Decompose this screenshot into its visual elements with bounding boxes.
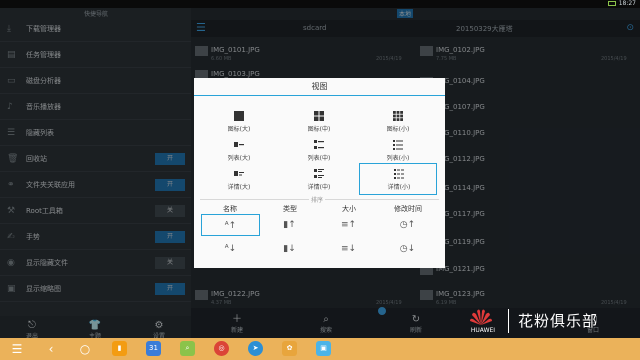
view-option-label: 详情(中) [307, 184, 331, 191]
watermark-separator [508, 309, 509, 333]
sort-type-asc-button[interactable]: ▮↑ [260, 214, 319, 236]
sort-name-desc-button[interactable]: ᴬ↓ [201, 238, 260, 260]
view-list-medium[interactable]: 列表(中) [280, 135, 358, 165]
view-icon-medium[interactable]: 图标(中) [280, 106, 358, 136]
sort-size-asc-button[interactable]: ≡↑ [319, 214, 378, 236]
view-option-label: 列表(中) [307, 155, 331, 162]
sort-section-label: 排序 [309, 195, 326, 204]
back-icon[interactable]: ‹ [42, 340, 60, 358]
sort-header-name: 名称 [223, 205, 237, 213]
view-list-small[interactable]: 列表(小) [359, 135, 437, 165]
home-icon[interactable]: ○ [76, 340, 94, 358]
grid-large-icon [234, 111, 244, 121]
clock: 18:27 [618, 0, 636, 7]
view-icon-large[interactable]: 图标(大) [200, 106, 278, 136]
detail-small-icon [394, 169, 404, 179]
view-detail-large[interactable]: 详情(大) [200, 164, 278, 194]
view-option-label: 列表(小) [386, 155, 410, 162]
sort-type-desc-button[interactable]: ▮↓ [260, 238, 319, 260]
list-medium-icon [314, 140, 324, 149]
view-option-label: 详情(大) [227, 184, 251, 191]
sort-header-type: 类型 [283, 205, 297, 213]
sort-header-time: 修改时间 [394, 205, 422, 213]
grid-medium-icon [314, 111, 324, 121]
view-option-label: 图标(大) [227, 126, 251, 133]
watermark: HUAWEI 花粉俱乐部 [464, 305, 634, 339]
sort-time-desc-button[interactable]: ◷↓ [378, 238, 437, 260]
sort-size-desc-icon: ≡↓ [340, 244, 357, 254]
detail-medium-icon [314, 169, 324, 178]
watermark-text: 花粉俱乐部 [518, 312, 599, 330]
flower-app-icon[interactable]: ✿ [282, 341, 297, 356]
view-option-label: 图标(小) [386, 126, 410, 133]
calendar-app-icon[interactable]: 31 [146, 341, 161, 356]
view-option-label: 图标(中) [307, 126, 331, 133]
huawei-logo [470, 309, 492, 325]
view-dialog: 视图 图标(大) 图标(中) 图标(小) 列表(大) 列表(中) 列表(小) 详… [194, 78, 445, 268]
sort-size-asc-icon: ≡↑ [340, 220, 357, 230]
sort-name-desc-icon: ᴬ↓ [224, 244, 237, 254]
view-icon-small[interactable]: 图标(小) [359, 106, 437, 136]
bookmark-app-icon[interactable]: ▮ [112, 341, 127, 356]
view-detail-small[interactable]: 详情(小) [359, 163, 437, 195]
sort-type-asc-icon: ▮↑ [283, 220, 296, 230]
screen: 18:27 快捷导航 ⤓ 下载管理器 ▤ 任务管理器 ▭ 磁盘分析器 ♪ 音乐播… [0, 0, 640, 360]
list-small-icon [393, 140, 403, 150]
battery-icon [608, 1, 616, 6]
view-list-large[interactable]: 列表(大) [200, 135, 278, 165]
photo-app-icon[interactable]: ▣ [316, 341, 331, 356]
grid-small-icon [393, 111, 403, 121]
sort-name-asc-button[interactable]: ᴬ↑ [201, 214, 260, 236]
detail-large-icon [234, 171, 244, 176]
list-large-icon [234, 142, 244, 147]
system-nav-bar: ☰ ‹ ○ ▮ 31 ⌕ ◎ ➤ ✿ ▣ [0, 338, 640, 360]
sort-type-desc-icon: ▮↓ [283, 244, 296, 254]
sort-time-asc-button[interactable]: ◷↑ [378, 214, 437, 236]
chrome-app-icon[interactable]: ◎ [214, 341, 229, 356]
sort-time-desc-icon: ◷↓ [399, 244, 416, 254]
status-bar: 18:27 [0, 0, 640, 8]
view-option-label: 详情(小) [387, 184, 411, 191]
search-app-icon[interactable]: ⌕ [180, 341, 195, 356]
menu-icon[interactable]: ☰ [8, 340, 26, 358]
view-detail-medium[interactable]: 详情(中) [280, 164, 358, 194]
watermark-brand: HUAWEI [470, 327, 496, 334]
sort-name-asc-icon: ᴬ↑ [224, 221, 237, 231]
sort-header-size: 大小 [342, 205, 356, 213]
view-option-label: 列表(大) [227, 155, 251, 162]
dialog-title: 视图 [194, 78, 445, 96]
sort-size-desc-button[interactable]: ≡↓ [319, 238, 378, 260]
telegram-app-icon[interactable]: ➤ [248, 341, 263, 356]
sort-time-asc-icon: ◷↑ [399, 220, 416, 230]
